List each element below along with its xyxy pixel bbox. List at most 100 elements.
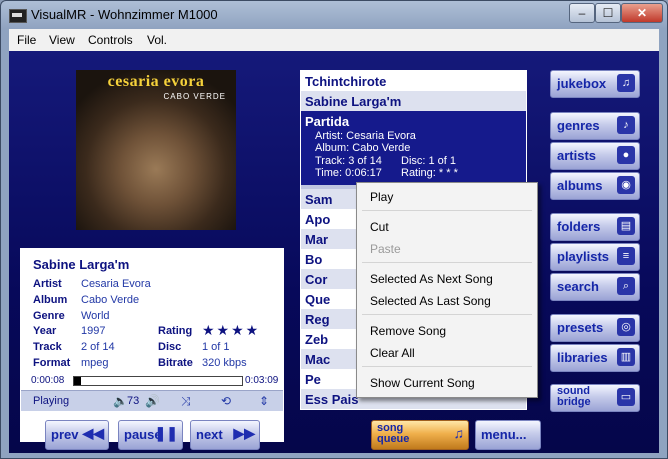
close-button[interactable]: ✕ — [621, 3, 663, 23]
album-value: Cabo Verde — [81, 294, 140, 306]
format-value: mpeg — [81, 357, 109, 369]
rating-stars[interactable]: ★★★★ — [202, 322, 260, 339]
time-elapsed: 0:00:08 — [31, 375, 65, 386]
now-playing-title: Sabine Larga'm — [33, 257, 130, 272]
window-title: VisualMR - Wohnzimmer M1000 — [31, 7, 218, 22]
main-window: VisualMR - Wohnzimmer M1000 – ☐ ✕ File V… — [0, 0, 668, 459]
jukebox-button[interactable]: jukebox ♫ — [550, 70, 640, 98]
list-icon: ≡ — [617, 247, 635, 265]
menu-button[interactable]: menu... — [475, 420, 541, 450]
genres-button[interactable]: genres ♪ — [550, 112, 640, 140]
music-note-icon: ♪ — [617, 116, 635, 134]
context-menu: Play Cut Paste Selected As Next Song Sel… — [356, 182, 538, 398]
person-icon: ● — [617, 146, 635, 164]
library-icon: ▥ — [617, 348, 635, 366]
scroll-arrows-icon[interactable]: ⇕ — [259, 394, 269, 408]
rating-label: Rating — [158, 325, 193, 337]
bitrate-value: 320 kbps — [202, 357, 247, 369]
status-bar: Playing 🔈 73 🔊 ⤨ ⟲ ⇕ — [21, 390, 283, 411]
menu-bar: File View Controls Vol. — [9, 29, 659, 52]
playlist-item[interactable]: Tchintchirote — [301, 71, 526, 91]
time-total: 0:03:09 — [245, 375, 279, 386]
playlists-button[interactable]: playlists ≡ — [550, 243, 640, 271]
now-playing-panel: Sabine Larga'm Artist Cesaria Evora Albu… — [20, 248, 284, 442]
playlist-item-selected[interactable]: Partida Artist: Cesaria Evora Album: Cab… — [301, 111, 526, 185]
preset-dial-icon: ◎ — [617, 318, 635, 336]
format-label: Format — [33, 357, 71, 369]
ctx-play[interactable]: Play — [362, 187, 532, 207]
title-bar[interactable]: VisualMR - Wohnzimmer M1000 – ☐ ✕ — [1, 1, 667, 29]
ctx-separator — [362, 366, 532, 367]
selected-artist: Artist: Cesaria Evora — [315, 130, 416, 142]
albums-button[interactable]: albums ◉ — [550, 172, 640, 200]
main-content: cesaria evora CABO VERDE Sabine Larga'm … — [9, 51, 659, 453]
next-button[interactable]: next ▶▶ — [190, 420, 260, 450]
year-value: 1997 — [81, 325, 106, 337]
search-button[interactable]: search ⌕ — [550, 273, 640, 301]
album-cover-subtitle: CABO VERDE — [163, 92, 226, 101]
sound-bridge-button[interactable]: sound bridge ▭ — [550, 384, 640, 412]
ctx-selected-next[interactable]: Selected As Next Song — [362, 269, 532, 289]
track-label: Track — [33, 341, 62, 353]
volume-value: 73 — [127, 395, 140, 407]
ctx-separator — [362, 314, 532, 315]
folder-icon: ▤ — [617, 217, 635, 235]
maximize-button[interactable]: ☐ — [595, 3, 621, 23]
prev-icon: ◀◀ — [82, 425, 104, 441]
track-value: 2 of 14 — [81, 341, 115, 353]
artists-button[interactable]: artists ● — [550, 142, 640, 170]
menu-vol[interactable]: Vol. — [147, 33, 167, 47]
prev-button[interactable]: prev ◀◀ — [45, 420, 109, 450]
menu-file[interactable]: File — [17, 33, 36, 47]
artist-label: Artist — [33, 278, 62, 290]
volume-down-icon[interactable]: 🔈 — [113, 394, 128, 408]
playlist-item[interactable]: Sabine Larga'm — [301, 91, 526, 111]
genre-value: World — [81, 310, 110, 322]
genre-label: Genre — [33, 310, 65, 322]
ctx-cut[interactable]: Cut — [362, 217, 532, 237]
jukebox-icon: ♫ — [617, 74, 635, 92]
progress-bar[interactable] — [73, 376, 243, 386]
progress-fill — [74, 377, 81, 385]
selected-rating: Rating: * * * — [401, 167, 458, 179]
repeat-icon[interactable]: ⟲ — [221, 394, 231, 408]
sound-bridge-icon: ▭ — [617, 388, 635, 406]
selected-time: Time: 0:06:17 — [315, 167, 382, 179]
bitrate-label: Bitrate — [158, 357, 193, 369]
ctx-remove-song[interactable]: Remove Song — [362, 321, 532, 341]
menu-view[interactable]: View — [49, 33, 75, 47]
selected-title: Partida — [305, 114, 350, 129]
playback-status: Playing — [33, 395, 70, 407]
ctx-separator — [362, 210, 532, 211]
menu-controls[interactable]: Controls — [88, 33, 133, 47]
next-icon: ▶▶ — [233, 425, 255, 441]
music-note-icon: ♫ — [453, 425, 465, 441]
artist-value: Cesaria Evora — [81, 278, 151, 290]
disc-label: Disc — [158, 341, 182, 353]
year-label: Year — [33, 325, 57, 337]
album-label: Album — [33, 294, 68, 306]
ctx-separator — [362, 262, 532, 263]
volume-up-icon[interactable]: 🔊 — [145, 394, 160, 408]
app-icon — [9, 9, 27, 23]
selected-track: Track: 3 of 14 — [315, 155, 382, 167]
pause-button[interactable]: pause ❚❚ — [118, 420, 183, 450]
pause-icon: ❚❚ — [154, 425, 178, 441]
ctx-show-current[interactable]: Show Current Song — [362, 373, 532, 393]
minimize-button[interactable]: – — [569, 3, 595, 23]
shuffle-icon[interactable]: ⤨ — [181, 394, 191, 409]
song-queue-button[interactable]: song queue ♫ — [371, 420, 469, 450]
search-icon: ⌕ — [617, 277, 635, 295]
selected-disc: Disc: 1 of 1 — [401, 155, 457, 167]
ctx-clear-all[interactable]: Clear All — [362, 343, 532, 363]
disc-icon: ◉ — [617, 176, 635, 194]
album-cover-title: cesaria evora — [107, 73, 205, 90]
folders-button[interactable]: folders ▤ — [550, 213, 640, 241]
selected-album: Album: Cabo Verde — [315, 142, 411, 154]
libraries-button[interactable]: libraries ▥ — [550, 344, 640, 372]
ctx-paste[interactable]: Paste — [362, 239, 532, 259]
album-cover: cesaria evora CABO VERDE — [76, 70, 236, 230]
ctx-selected-last[interactable]: Selected As Last Song — [362, 291, 532, 311]
presets-button[interactable]: presets ◎ — [550, 314, 640, 342]
disc-value: 1 of 1 — [202, 341, 230, 353]
